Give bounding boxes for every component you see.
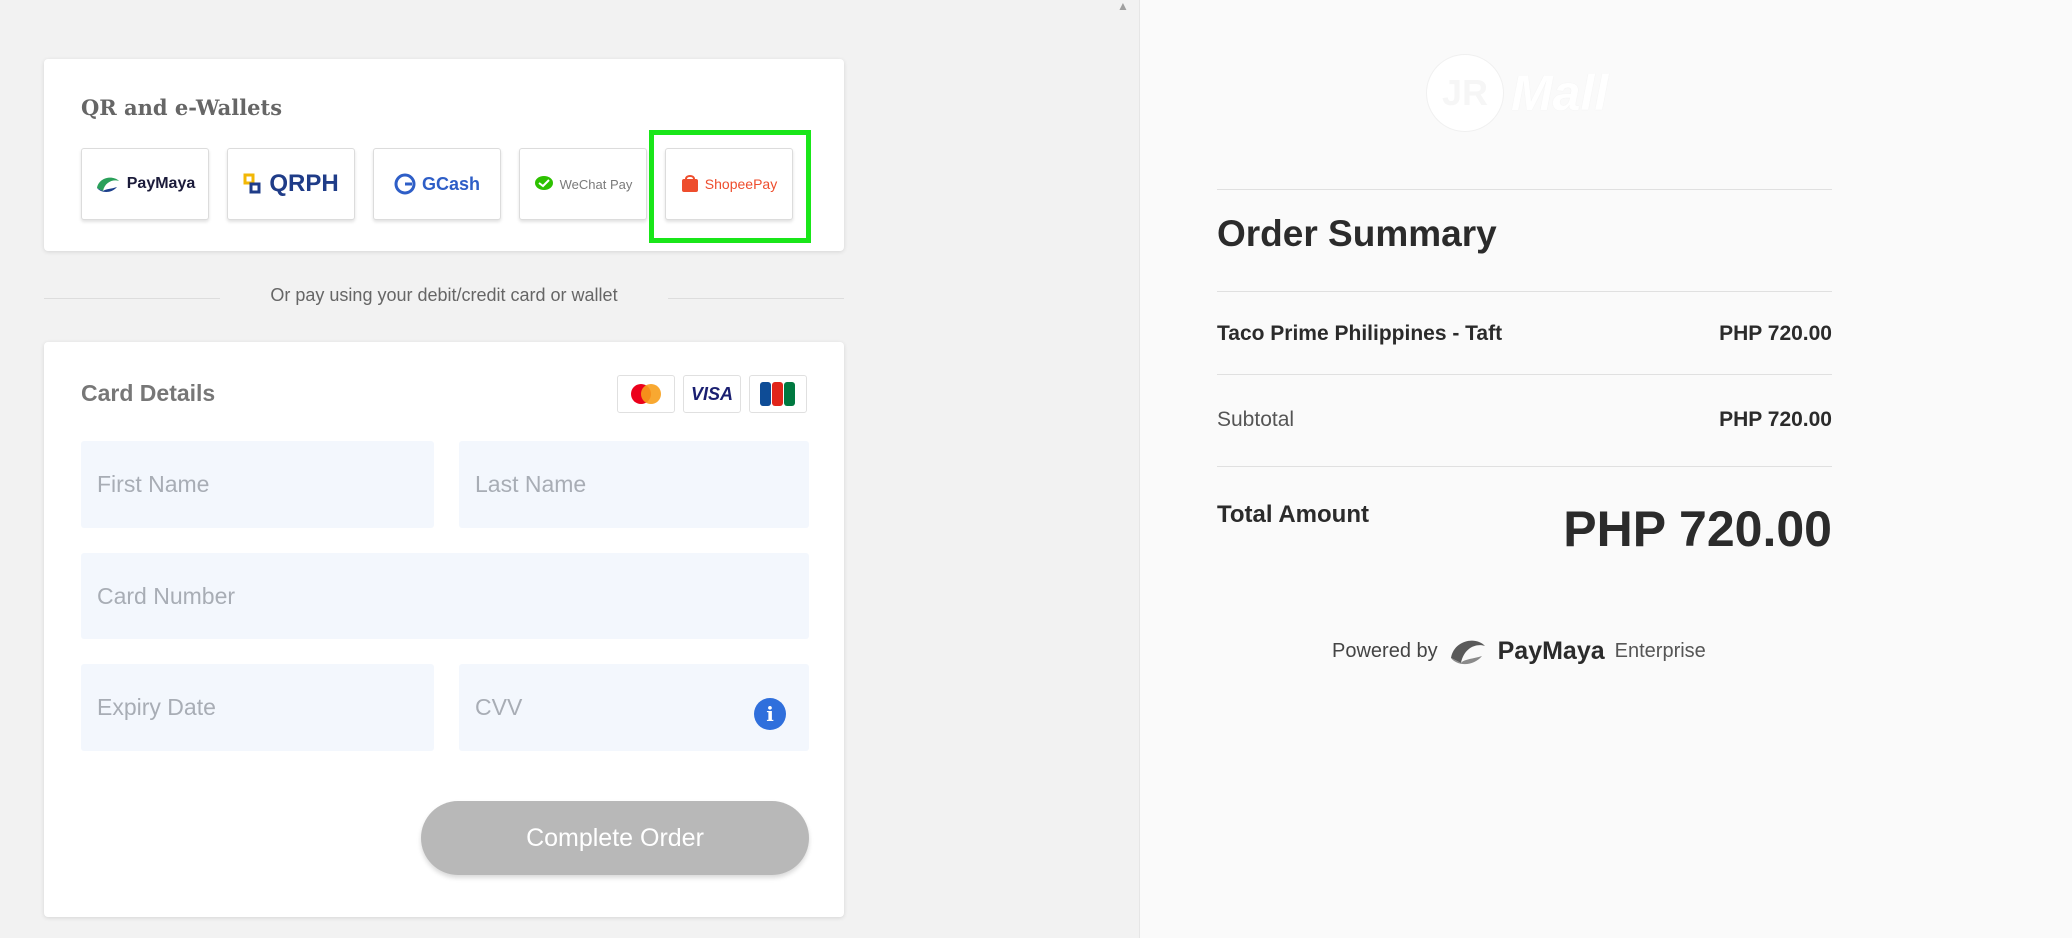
merchant-logo-text: Mall (1511, 65, 1609, 121)
wechat-pay-button[interactable]: WeChat Pay (519, 148, 647, 220)
subtotal-label: Subtotal (1217, 408, 1295, 431)
order-item-price: PHP 720.00 (1719, 322, 1832, 345)
gcash-button[interactable]: GCash (373, 148, 501, 220)
summary-divider-top (1217, 189, 1832, 190)
enterprise-text: Enterprise (1614, 639, 1706, 662)
shopeepay-selection-highlight (649, 130, 811, 243)
wechat-pay-logo-icon (534, 176, 553, 190)
scroll-up-arrow-icon[interactable]: ▲ (1114, 0, 1132, 12)
merchant-logo: JR Mall (1427, 55, 1608, 131)
summary-divider (1217, 466, 1832, 467)
qrph-logo-icon (243, 173, 261, 194)
qrph-button[interactable]: QRPH (227, 148, 355, 220)
cvv-info-icon[interactable]: i (754, 698, 786, 730)
paymaya-button[interactable]: PayMaya (81, 148, 209, 220)
summary-divider (1217, 374, 1832, 375)
merchant-logo-mark: JR (1427, 55, 1503, 131)
visa-label: VISA (690, 383, 733, 404)
first-name-input[interactable] (81, 441, 434, 528)
paymaya-label: PayMaya (126, 175, 196, 192)
wechat-pay-label: WeChat Pay (559, 176, 633, 192)
powered-by-label: Powered by (1332, 639, 1438, 662)
order-summary-title: Order Summary (1217, 213, 1497, 254)
gcash-label: GCash (421, 173, 481, 194)
last-name-input[interactable] (459, 441, 809, 528)
order-item-name: Taco Prime Philippines - Taft (1217, 322, 1503, 345)
paymaya-logo-icon (96, 177, 119, 192)
total-amount-label: Total Amount (1217, 501, 1369, 528)
divider-line-left (44, 298, 220, 299)
visa-icon: VISA (683, 375, 741, 413)
expiry-date-input[interactable] (81, 664, 434, 751)
card-details-card: Card Details VISA i Complete Order (44, 342, 844, 917)
order-summary-panel: JR Mall Order Summary Taco Prime Philipp… (1139, 0, 2072, 938)
card-details-title: Card Details (81, 380, 216, 406)
complete-order-button[interactable]: Complete Order (421, 801, 809, 875)
summary-divider (1217, 291, 1832, 292)
jcb-icon (749, 375, 807, 413)
subtotal-value: PHP 720.00 (1719, 408, 1832, 431)
qrph-label: QRPH (269, 170, 339, 197)
divider-line-right (668, 298, 844, 299)
card-number-input[interactable] (81, 553, 809, 639)
paymaya-logo-icon (1450, 640, 1485, 665)
mastercard-icon (617, 375, 675, 413)
powered-by-footer: Powered by PayMaya Enterprise (1332, 634, 1706, 668)
paymaya-brand-text: PayMaya (1497, 636, 1605, 665)
divider-text: Or pay using your debit/credit card or w… (220, 285, 668, 306)
total-amount-value: PHP 720.00 (1563, 501, 1832, 557)
payment-panel: QR and e-Wallets PayMaya QRPH GCash WeCh… (0, 0, 1139, 938)
gcash-logo-icon (394, 173, 416, 195)
qr-ewallets-title: QR and e-Wallets (81, 95, 283, 120)
